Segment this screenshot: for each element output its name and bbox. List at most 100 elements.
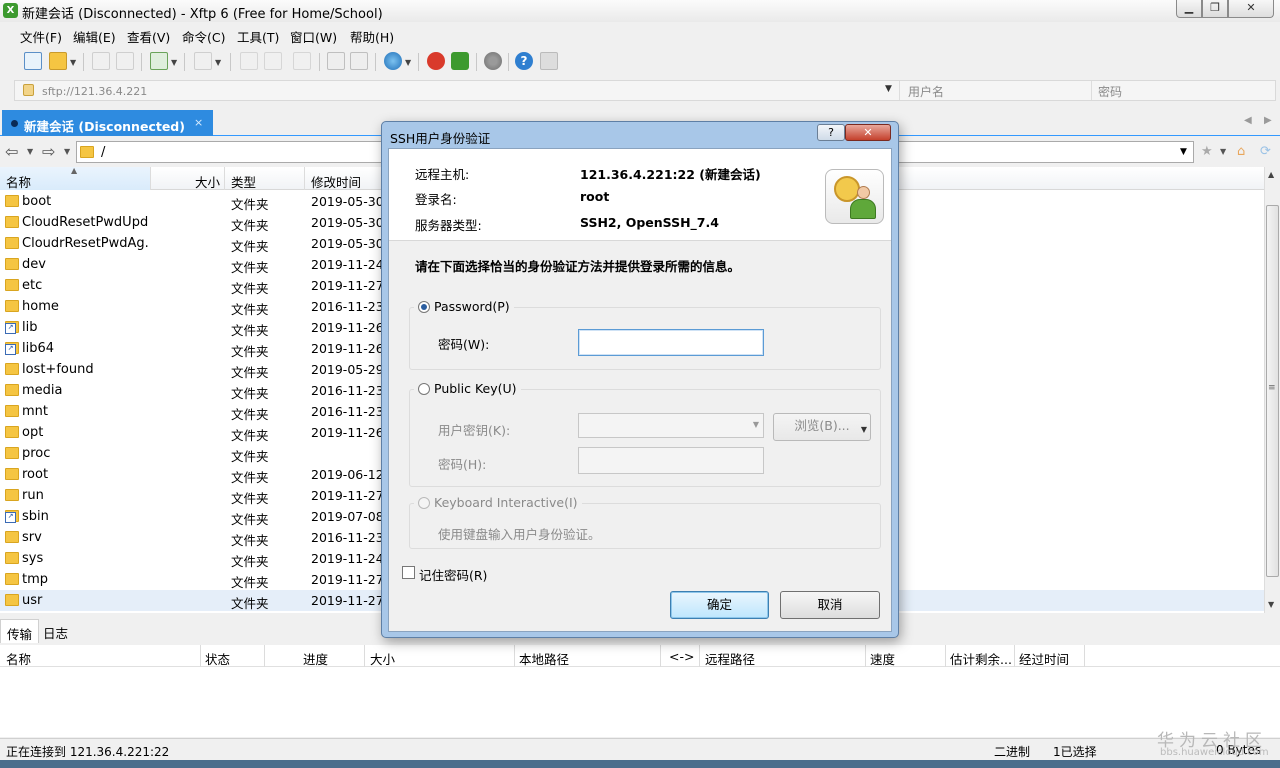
open-dropdown-icon[interactable]: ▼ xyxy=(70,58,76,67)
cancel-button[interactable]: 取消 xyxy=(780,591,880,619)
column-separator[interactable] xyxy=(364,645,365,667)
view-dropdown-icon[interactable]: ▼ xyxy=(215,58,221,67)
tab-transfer[interactable]: 传输 xyxy=(0,619,40,643)
path-dropdown-icon[interactable]: ▼ xyxy=(1180,147,1187,157)
browse-dropdown-icon[interactable]: ▼ xyxy=(861,418,867,442)
tab-log[interactable]: 日志 xyxy=(37,619,74,643)
new-tab-icon[interactable] xyxy=(150,52,168,70)
xshell-icon[interactable] xyxy=(427,52,445,70)
menu-command[interactable]: 命令(C) xyxy=(182,27,225,46)
transfer-col-elapsed[interactable]: 经过时间 xyxy=(1019,649,1069,668)
transfer-col-status[interactable]: 状态 xyxy=(205,649,230,668)
column-separator[interactable] xyxy=(1084,645,1085,667)
menu-window[interactable]: 窗口(W) xyxy=(290,27,337,46)
column-separator[interactable] xyxy=(224,167,225,190)
user-key-dropdown-icon[interactable]: ▼ xyxy=(753,420,759,429)
connect-icon[interactable] xyxy=(92,52,110,70)
remember-password-label[interactable]: 记住密码(R) xyxy=(419,565,487,584)
column-separator[interactable] xyxy=(200,645,201,667)
transfer-col-remote-path[interactable]: 远程路径 xyxy=(705,649,755,668)
column-separator[interactable] xyxy=(660,645,661,667)
column-separator[interactable] xyxy=(699,645,700,667)
gear-icon[interactable] xyxy=(484,52,502,70)
copy-icon[interactable] xyxy=(350,52,368,70)
home-icon[interactable]: ⌂ xyxy=(1237,144,1245,159)
transfer-icon[interactable] xyxy=(293,52,311,70)
password-radio[interactable]: Password(P) xyxy=(414,299,514,314)
back-dropdown-icon[interactable]: ▼ xyxy=(27,147,33,156)
transfer-col-eta[interactable]: 估计剩余... xyxy=(950,649,1012,668)
menu-file[interactable]: 文件(F) xyxy=(20,27,62,46)
column-separator[interactable] xyxy=(865,645,866,667)
column-size[interactable]: 大小 xyxy=(195,172,220,191)
transfer-col-direction[interactable]: <-> xyxy=(669,649,694,664)
forward-dropdown-icon[interactable]: ▼ xyxy=(64,147,70,156)
ok-button[interactable]: 确定 xyxy=(670,591,769,619)
radio-selected-icon[interactable] xyxy=(418,301,430,313)
close-tab-icon[interactable]: × xyxy=(194,116,203,129)
dialog-help-button[interactable]: ? xyxy=(817,124,845,141)
transfer-col-name[interactable]: 名称 xyxy=(6,649,31,668)
new-tab-dropdown-icon[interactable]: ▼ xyxy=(171,58,177,67)
column-name[interactable]: 名称 xyxy=(6,172,31,191)
address-input[interactable]: sftp://121.36.4.221 xyxy=(42,85,147,98)
help-icon[interactable]: ? xyxy=(515,52,533,70)
tab-scroll-right-icon[interactable]: ▶ xyxy=(1264,115,1272,126)
back-icon[interactable]: ⇦ xyxy=(5,142,18,161)
user-key-select[interactable]: ▼ xyxy=(578,413,764,438)
column-separator[interactable] xyxy=(945,645,946,667)
radio-disabled-icon[interactable] xyxy=(418,497,430,509)
scroll-down-icon[interactable]: ▼ xyxy=(1268,600,1274,609)
column-separator[interactable] xyxy=(264,645,265,667)
chat-icon[interactable] xyxy=(540,52,558,70)
address-dropdown-icon[interactable]: ▼ xyxy=(885,84,892,94)
globe-dropdown-icon[interactable]: ▼ xyxy=(405,58,411,67)
file-copy-icon[interactable] xyxy=(264,52,282,70)
column-type[interactable]: 类型 xyxy=(231,172,256,191)
passphrase-input[interactable] xyxy=(578,447,764,474)
publickey-radio[interactable]: Public Key(U) xyxy=(414,381,521,396)
refresh-icon[interactable]: ⟳ xyxy=(1260,144,1271,159)
bookmark-star-icon[interactable]: ★ xyxy=(1201,144,1213,159)
menu-edit[interactable]: 编辑(E) xyxy=(73,27,116,46)
browse-button[interactable]: 浏览(B)... ▼ xyxy=(773,413,871,441)
new-session-icon[interactable] xyxy=(24,52,42,70)
transfer-list[interactable] xyxy=(0,667,1280,737)
vertical-scrollbar[interactable]: ▲ ≡ ▼ xyxy=(1264,167,1280,613)
transfer-col-size[interactable]: 大小 xyxy=(370,649,395,668)
restore-button[interactable]: ❐ xyxy=(1202,0,1228,18)
column-separator[interactable] xyxy=(304,167,305,190)
menu-view[interactable]: 查看(V) xyxy=(127,27,170,46)
username-field[interactable]: 用户名 xyxy=(908,83,944,100)
file-icon[interactable] xyxy=(240,52,258,70)
menu-help[interactable]: 帮助(H) xyxy=(350,27,394,46)
column-separator[interactable] xyxy=(150,167,151,190)
transfer-col-progress[interactable]: 进度 xyxy=(303,649,328,668)
column-separator[interactable] xyxy=(514,645,515,667)
print-icon[interactable] xyxy=(327,52,345,70)
remember-password-checkbox[interactable] xyxy=(402,566,415,579)
scroll-up-icon[interactable]: ▲ xyxy=(1268,170,1274,179)
bookmark-dropdown-icon[interactable]: ▼ xyxy=(1220,147,1226,156)
menu-tools[interactable]: 工具(T) xyxy=(237,27,279,46)
transfer-col-local-path[interactable]: 本地路径 xyxy=(519,649,569,668)
globe-icon[interactable] xyxy=(384,52,402,70)
dialog-close-button[interactable]: ✕ xyxy=(845,124,891,141)
view-icon[interactable] xyxy=(194,52,212,70)
session-tab[interactable]: 新建会话 (Disconnected) × xyxy=(2,110,213,136)
open-folder-icon[interactable] xyxy=(49,52,67,70)
disconnect-icon[interactable] xyxy=(116,52,134,70)
password-input[interactable] xyxy=(578,329,764,356)
column-modified[interactable]: 修改时间 xyxy=(311,172,361,191)
radio-unselected-icon[interactable] xyxy=(418,383,430,395)
forward-icon[interactable]: ⇨ xyxy=(42,142,55,161)
dialog-title-bar[interactable]: SSH用户身份验证 ? ✕ xyxy=(382,122,898,147)
password-field[interactable]: 密码 xyxy=(1098,83,1122,100)
tab-scroll-left-icon[interactable]: ◀ xyxy=(1244,115,1252,126)
minimize-button[interactable]: ▁ xyxy=(1176,0,1202,18)
column-separator[interactable] xyxy=(1014,645,1015,667)
transfer-col-speed[interactable]: 速度 xyxy=(870,649,895,668)
xftp-icon[interactable] xyxy=(451,52,469,70)
close-window-button[interactable]: ✕ xyxy=(1228,0,1274,18)
keyboard-radio[interactable]: Keyboard Interactive(I) xyxy=(414,495,582,510)
